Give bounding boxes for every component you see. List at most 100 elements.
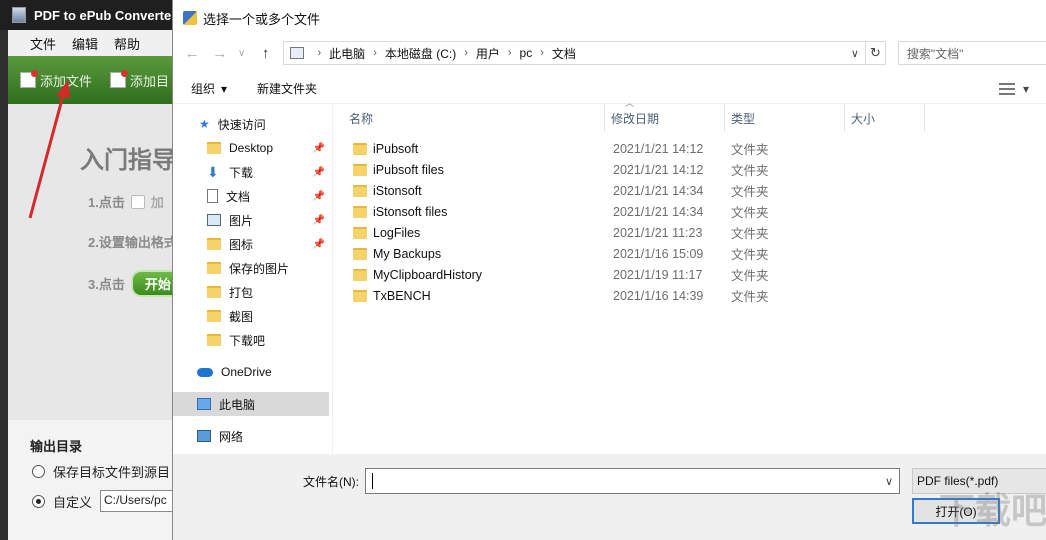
file-type: 文件夹 (731, 143, 769, 157)
breadcrumb-local-disk[interactable]: 本地磁盘 (C:) (385, 45, 456, 62)
folder-icon (207, 334, 221, 346)
nav-item-package[interactable]: 打包 (173, 280, 329, 304)
radio-circle-checked[interactable] (32, 494, 45, 508)
nav-item-icons[interactable]: 图标 📌 (173, 232, 329, 256)
pin-icon[interactable]: 📌 (313, 191, 325, 202)
radio-save-to-source[interactable]: 保存目标文件到源目 (32, 462, 170, 481)
add-file-label: 添加文件 (40, 73, 93, 89)
breadcrumb-users[interactable]: 用户 (476, 45, 500, 62)
nav-item-saved-pictures[interactable]: 保存的图片 (173, 256, 329, 280)
nav-this-pc[interactable]: 此电脑 (173, 392, 329, 416)
folder-icon (207, 310, 221, 322)
menu-help[interactable]: 帮助 (114, 34, 140, 53)
add-folder-icon (110, 70, 129, 88)
download-arrow-icon: ⬇ (207, 164, 219, 180)
file-row[interactable]: My Backups 2021/1/16 15:09 文件夹 (343, 243, 903, 264)
radio-save-to-source-label: 保存目标文件到源目 (53, 465, 171, 480)
file-type: 文件夹 (731, 248, 769, 262)
pin-icon[interactable]: 📌 (313, 239, 325, 250)
filename-input[interactable]: ∨ (365, 468, 900, 494)
file-row[interactable]: iPubsoft files 2021/1/21 14:12 文件夹 (343, 159, 903, 180)
network-icon (197, 430, 211, 442)
forward-arrow-icon[interactable]: → (209, 42, 231, 64)
this-pc-icon (289, 47, 304, 59)
column-header-type[interactable]: 类型 (725, 104, 845, 132)
guide-title: 入门指导 (80, 147, 176, 174)
address-bar[interactable]: › 此电脑 › 本地磁盘 (C:) › 用户 › pc › 文档 ∨ (282, 41, 866, 65)
file-row[interactable]: LogFiles 2021/1/21 11:23 文件夹 (343, 222, 903, 243)
nav-item-documents[interactable]: 文档 📌 (173, 184, 329, 208)
file-date: 2021/1/21 14:34 (613, 204, 704, 219)
change-view-button[interactable]: ▾ (998, 82, 1029, 96)
nav-item-desktop[interactable]: Desktop 📌 (173, 136, 329, 160)
nav-quick-access[interactable]: ★ 快速访问 (173, 112, 329, 136)
new-folder-button[interactable]: 新建文件夹 (257, 80, 317, 97)
app-titlebar: PDF to ePub Converte (0, 0, 180, 30)
text-caret (372, 473, 373, 489)
radio-custom[interactable]: 自定义 C:/Users/pc (32, 490, 180, 512)
pin-icon[interactable]: 📌 (313, 215, 325, 226)
add-folder-button[interactable]: 添加目 (110, 70, 169, 90)
radio-custom-label: 自定义 (53, 494, 93, 510)
nav-item-pictures[interactable]: 图片 📌 (173, 208, 329, 232)
guide-step-3: 3.点击 开始 (88, 270, 180, 297)
file-row[interactable]: TxBENCH 2021/1/16 14:39 文件夹 (343, 285, 903, 306)
app-menubar: 文件 编辑 帮助 (8, 30, 180, 56)
radio-circle[interactable] (32, 465, 45, 478)
search-input[interactable]: 搜索"文档" (897, 41, 1046, 65)
star-icon: ★ (199, 117, 210, 131)
file-row[interactable]: iStonsoft files 2021/1/21 14:34 文件夹 (343, 201, 903, 222)
filename-dropdown-icon[interactable]: ∨ (885, 475, 893, 488)
chevron-right-icon[interactable]: › (464, 47, 468, 59)
chevron-right-icon[interactable]: › (540, 47, 544, 59)
menu-edit[interactable]: 编辑 (72, 34, 98, 53)
nav-item-label: 打包 (229, 285, 254, 300)
breadcrumb-documents[interactable]: 文档 (552, 45, 576, 62)
nav-network[interactable]: 网络 (173, 424, 329, 448)
breadcrumb-pc[interactable]: pc (520, 46, 533, 60)
nav-item-label: 文档 (226, 189, 251, 204)
chevron-right-icon[interactable]: › (508, 47, 512, 59)
app-toolbar: 添加文件 添加目 (8, 56, 180, 104)
file-type: 文件夹 (731, 269, 769, 283)
nav-onedrive[interactable]: OneDrive (173, 360, 329, 384)
nav-item-label: 保存的图片 (229, 261, 290, 276)
add-file-icon (20, 70, 38, 88)
nav-item-xiazaiba[interactable]: 下载吧 (173, 328, 329, 352)
caret-down-icon: ▾ (221, 81, 228, 96)
file-date: 2021/1/21 14:34 (613, 183, 704, 198)
file-date: 2021/1/21 14:12 (613, 162, 704, 177)
file-row[interactable]: iStonsoft 2021/1/21 14:34 文件夹 (343, 180, 903, 201)
column-header-date[interactable]: 修改日期 (605, 104, 725, 132)
breadcrumb-this-pc[interactable]: 此电脑 (329, 45, 365, 62)
nav-this-pc-label: 此电脑 (219, 397, 256, 412)
recent-locations-chevron-icon[interactable]: ∨ (231, 42, 253, 64)
back-arrow-icon[interactable]: ← (181, 42, 203, 64)
chevron-right-icon[interactable]: › (373, 47, 377, 59)
output-path-input[interactable]: C:/Users/pc (100, 490, 180, 512)
file-date: 2021/1/16 15:09 (613, 246, 704, 261)
column-header-size[interactable]: 大小 (845, 104, 925, 132)
folder-icon (353, 226, 367, 239)
folder-icon (353, 163, 367, 176)
up-arrow-icon[interactable]: ↑ (255, 42, 277, 64)
menu-file[interactable]: 文件 (30, 34, 56, 53)
refresh-icon[interactable]: ↻ (865, 41, 886, 65)
step-1-text: 1.点击 (88, 195, 125, 210)
file-row[interactable]: iPubsoft 2021/1/21 14:12 文件夹 (343, 138, 903, 159)
app-title: PDF to ePub Converte (34, 7, 172, 23)
nav-item-downloads[interactable]: ⬇ 下载 📌 (173, 160, 329, 184)
nav-item-label: 图标 (229, 237, 254, 252)
file-row[interactable]: MyClipboardHistory 2021/1/19 11:17 文件夹 (343, 264, 903, 285)
address-dropdown-icon[interactable]: ∨ (851, 47, 859, 60)
add-file-button[interactable]: 添加文件 (20, 70, 93, 90)
organize-button[interactable]: 组织 ▾ (191, 80, 227, 97)
pin-icon[interactable]: 📌 (313, 143, 325, 154)
pin-icon[interactable]: 📌 (313, 167, 325, 178)
file-date: 2021/1/21 14:12 (613, 141, 704, 156)
nav-item-screenshots[interactable]: 截图 (173, 304, 329, 328)
column-header-name[interactable]: 名称 (343, 104, 605, 132)
chevron-right-icon[interactable]: › (318, 47, 322, 59)
dialog-title: 选择一个或多个文件 (203, 11, 321, 27)
nav-network-label: 网络 (219, 429, 244, 444)
